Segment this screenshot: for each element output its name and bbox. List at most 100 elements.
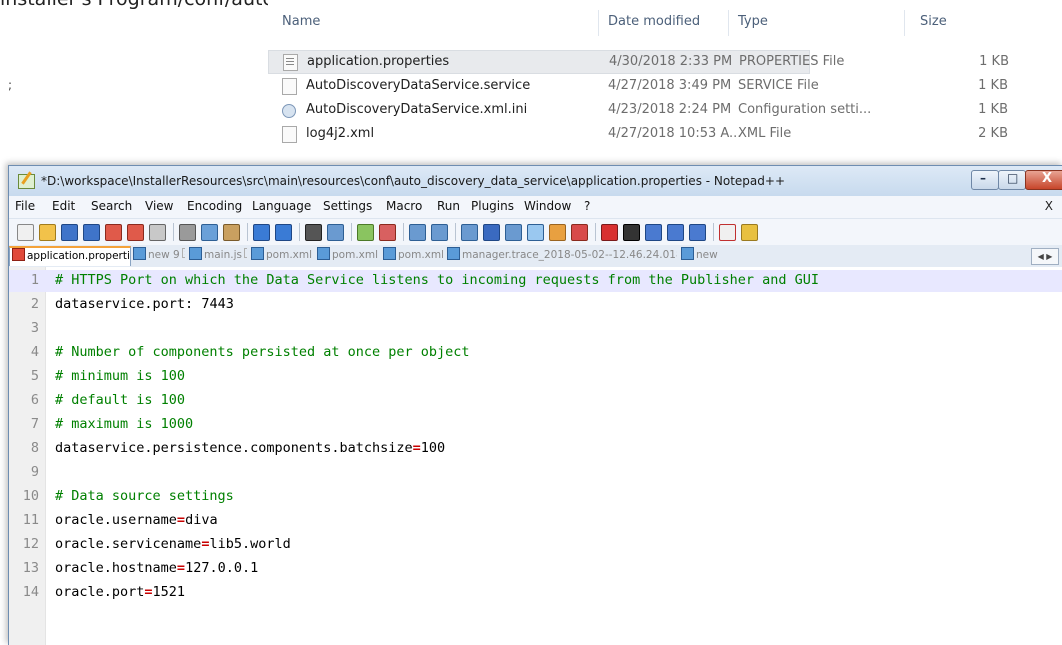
properties-file-icon [283,54,298,71]
run-macro-multiple-icon[interactable] [667,224,684,241]
plugin-icon[interactable] [741,224,758,241]
file-type: PROPERTIES File [739,54,845,69]
menu-window[interactable]: Window [524,199,571,213]
column-divider[interactable] [728,10,729,36]
file-explorer: Name Date modified Type Size application… [268,0,1028,165]
code-line[interactable]: 6 # default is 100 [9,390,1062,412]
column-divider[interactable] [598,10,599,36]
copy-icon[interactable] [201,224,218,241]
save-macro-icon[interactable] [689,224,706,241]
code-line[interactable]: 14 oracle.port=1521 [9,582,1062,604]
column-size[interactable]: Size [920,14,947,29]
indent-guide-icon[interactable] [505,224,522,241]
column-name[interactable]: Name [282,14,320,29]
close-button[interactable]: X [1025,170,1062,190]
close-icon[interactable] [105,224,122,241]
play-macro-icon[interactable] [645,224,662,241]
code-line[interactable]: 3 [9,318,1062,340]
zoom-in-icon[interactable] [357,224,374,241]
show-all-chars-icon[interactable] [483,224,500,241]
line-number: 12 [22,536,39,552]
comment-text: # Number of components persisted at once… [55,344,470,360]
maximize-icon: □ [1007,171,1019,185]
code-line[interactable]: 13 oracle.hostname=127.0.0.1 [9,558,1062,580]
tab-document[interactable]: pom.xml× [315,247,379,266]
menu-edit[interactable]: Edit [52,199,75,213]
tab-document[interactable]: new [679,247,719,266]
undo-icon[interactable] [253,224,270,241]
code-line[interactable]: 2 dataservice.port: 7443 [9,294,1062,316]
file-row[interactable]: application.properties 4/30/2018 2:33 PM P… [268,50,1009,74]
print-icon[interactable] [149,224,166,241]
zoom-out-icon[interactable] [379,224,396,241]
menu-view[interactable]: View [145,199,173,213]
word-wrap-icon[interactable] [461,224,478,241]
code-line[interactable]: 4 # Number of components persisted at onc… [9,342,1062,364]
column-date[interactable]: Date modified [608,14,700,29]
code-line[interactable]: 12 oracle.servicename=lib5.world [9,534,1062,556]
menu-search[interactable]: Search [91,199,132,213]
code-line[interactable]: 10 # Data source settings [9,486,1062,508]
sync-vertical-icon[interactable] [409,224,426,241]
tab-close-icon[interactable]: × [181,248,185,258]
tab-application-properties[interactable]: application.properties× [9,246,131,266]
find-icon[interactable] [305,224,322,241]
menu-language[interactable]: Language [252,199,311,213]
comment-text: # maximum is 1000 [55,416,194,432]
tab-scroll-arrows[interactable]: ◀ ▶ [1031,248,1059,265]
code-line[interactable]: 8 dataservice.persistence.components.batc… [9,438,1062,460]
menu-plugins[interactable]: Plugins [471,199,514,213]
file-date: 4/30/2018 2:33 PM [609,54,733,69]
line-number: 4 [30,344,39,360]
replace-icon[interactable] [327,224,344,241]
close-document-button[interactable]: X [1045,199,1053,213]
document-map-icon[interactable] [571,224,588,241]
record-macro-icon[interactable] [601,224,618,241]
open-file-icon[interactable] [39,224,56,241]
function-list-icon[interactable] [549,224,566,241]
code-editor[interactable]: 1 # HTTPS Port on which the Data Service … [9,267,1062,645]
tab-document[interactable]: pom.xml× [381,247,443,266]
maximize-button[interactable]: □ [998,170,1026,190]
file-row[interactable]: log4j2.xml 4/27/2018 10:53 A... XML File 2 … [268,123,1008,145]
menu-run[interactable]: Run [437,199,460,213]
file-date: 4/27/2018 3:49 PM [608,78,732,93]
save-all-icon[interactable] [83,224,100,241]
sync-horizontal-icon[interactable] [431,224,448,241]
column-divider[interactable] [904,10,905,36]
property-separator: = [176,560,186,576]
code-line[interactable]: 9 [9,462,1062,484]
paste-icon[interactable] [223,224,240,241]
minimize-button[interactable]: – [971,170,999,190]
save-icon[interactable] [61,224,78,241]
new-file-icon[interactable] [17,224,34,241]
tab-document[interactable]: manager.trace_2018-05-02--12.46.24.018.t… [445,247,677,266]
file-size: 2 KB [978,126,1008,141]
redo-icon[interactable] [275,224,292,241]
menu-encoding[interactable]: Encoding [187,199,242,213]
menu-settings[interactable]: Settings [323,199,372,213]
code-line[interactable]: 7 # maximum is 1000 [9,414,1062,436]
menu-bar: X File Edit Search View Encoding Language Sett… [9,196,1062,219]
language-icon[interactable] [527,224,544,241]
tab-close-icon[interactable]: × [243,248,247,258]
stop-record-icon[interactable] [623,224,640,241]
menu-file[interactable]: File [15,199,35,213]
code-line[interactable]: 1 # HTTPS Port on which the Data Service … [9,270,1062,292]
file-row[interactable]: AutoDiscoveryDataService.service 4/27/201… [268,75,1008,97]
tab-bar: ◀ ▶ application.properties×new 9×main.js… [9,245,1062,268]
code-line[interactable]: 5 # minimum is 100 [9,366,1062,388]
spellcheck-icon[interactable] [719,224,736,241]
menu-help[interactable]: ? [584,199,590,213]
saved-file-icon [447,247,460,260]
cut-icon[interactable] [179,224,196,241]
tab-document[interactable]: new 9× [131,247,185,266]
tab-document[interactable]: pom.xml× [249,247,313,266]
column-type[interactable]: Type [738,14,768,29]
file-row[interactable]: AutoDiscoveryDataService.xml.ini 4/23/201… [268,99,1008,121]
close-all-icon[interactable] [127,224,144,241]
tab-document[interactable]: main.js× [187,247,247,266]
menu-macro[interactable]: Macro [386,199,422,213]
code-line[interactable]: 11 oracle.username=diva [9,510,1062,532]
title-bar[interactable]: *D:\workspace\InstallerResources\src\mai… [9,166,1062,196]
